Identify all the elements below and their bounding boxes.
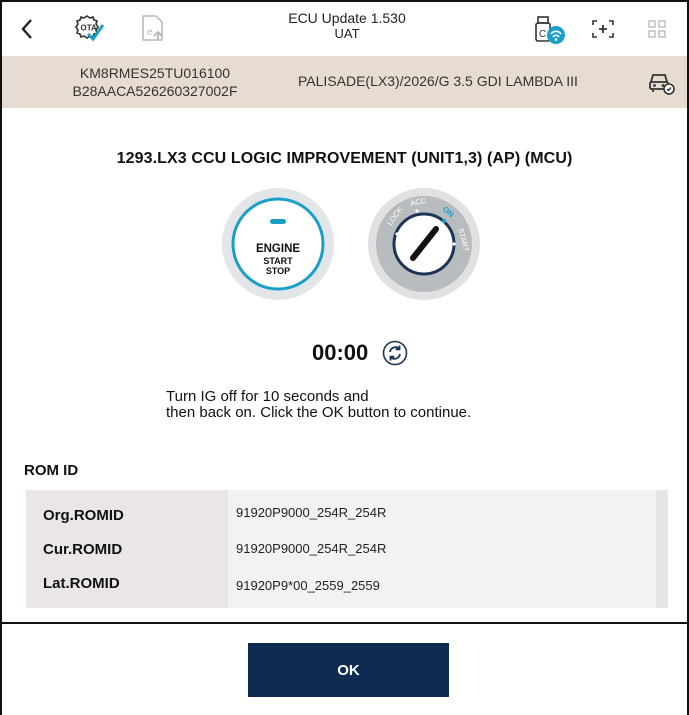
car-diagnostic-icon[interactable]	[647, 68, 675, 96]
svg-text:C: C	[539, 29, 546, 40]
wireless-vci-icon[interactable]: C	[530, 2, 570, 56]
timer-display: 00:00	[312, 340, 369, 365]
ignition-switch-illustration: LOCK ACC ON START	[366, 186, 482, 302]
vin-text: KM8RMES25TU016100	[79, 65, 231, 81]
start-label: START	[263, 256, 293, 266]
vehicle-info-bar: KM8RMES25TU016100 B28AACA526260327002F P…	[2, 56, 687, 108]
timer-row: 00:00	[312, 338, 408, 368]
cur-romid-label: Cur.ROMID	[43, 541, 123, 558]
rom-id-label: ROM ID	[24, 462, 79, 479]
lat-romid-value: 91920P9*00_2559_2559	[236, 578, 380, 593]
cur-romid-value: 91920P9000_254R_254R	[236, 541, 387, 556]
rom-id-table: Org.ROMID 91920P9000_254R_254R Cur.ROMID…	[26, 490, 668, 608]
grid-menu-icon[interactable]	[642, 2, 672, 56]
lat-romid-label: Lat.ROMID	[43, 575, 120, 592]
title-text: ECU Update 1.530	[288, 10, 406, 26]
svg-text:OTA: OTA	[81, 24, 98, 33]
vehicle-code-text: B28AACA526260327002F	[72, 83, 238, 99]
engine-start-stop-illustration: ENGINE START STOP	[220, 186, 336, 302]
chevron-left-icon[interactable]	[12, 2, 42, 56]
ok-button[interactable]: OK	[248, 643, 449, 697]
document-upload-icon[interactable]: e	[136, 2, 170, 56]
ota-check-icon[interactable]: OTA	[68, 2, 108, 56]
org-romid-value: 91920P9000_254R_254R	[236, 505, 387, 520]
procedure-heading: 1293.LX3 CCU LOGIC IMPROVEMENT (UNIT1,3)…	[116, 150, 573, 167]
svg-text:e: e	[147, 27, 153, 38]
org-romid-label: Org.ROMID	[43, 507, 124, 524]
vehicle-ids: KM8RMES25TU016100 B28AACA526260327002F	[60, 64, 250, 100]
vehicle-model-text: PALISADE(LX3)/2026/G 3.5 GDI LAMBDA III	[298, 73, 578, 89]
instruction-text: Turn IG off for 10 seconds and then back…	[166, 388, 472, 421]
app-title: ECU Update 1.530 UAT	[232, 10, 462, 42]
screen-capture-icon[interactable]	[586, 2, 620, 56]
footer-divider	[0, 622, 689, 624]
top-bar: OTA e ECU Update 1.530 UAT C	[2, 2, 687, 56]
engine-label: ENGINE	[256, 243, 300, 255]
subtitle-text: UAT	[334, 26, 360, 41]
stop-label: STOP	[266, 266, 290, 276]
refresh-icon[interactable]	[382, 340, 408, 366]
